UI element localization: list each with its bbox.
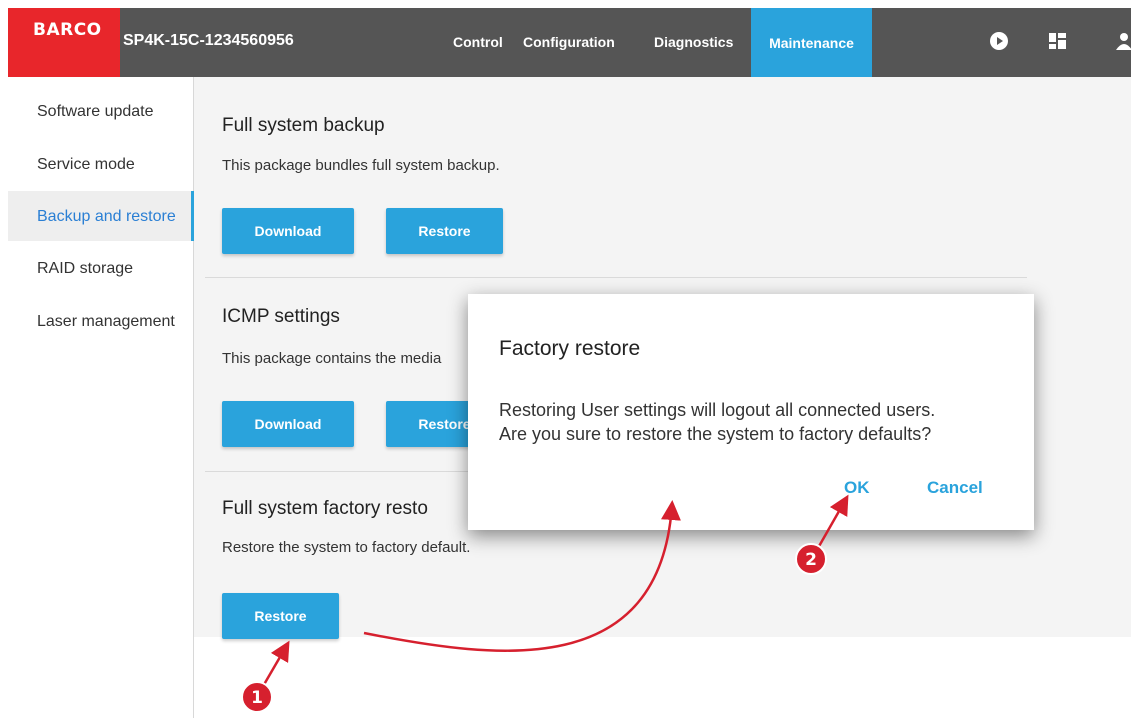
annotation-badge-2: 2 <box>795 543 827 575</box>
annotation-badge-1: 1 <box>241 681 273 713</box>
annotation-curved-arrow <box>363 500 681 652</box>
annotation-badge-2-text: 2 <box>805 550 817 570</box>
annotation-arrow-1 <box>260 640 290 689</box>
annotation-badge-1-text: 1 <box>251 688 263 708</box>
annotation-overlay: 1 2 <box>241 494 849 713</box>
annotation-arrow-2 <box>816 494 849 549</box>
